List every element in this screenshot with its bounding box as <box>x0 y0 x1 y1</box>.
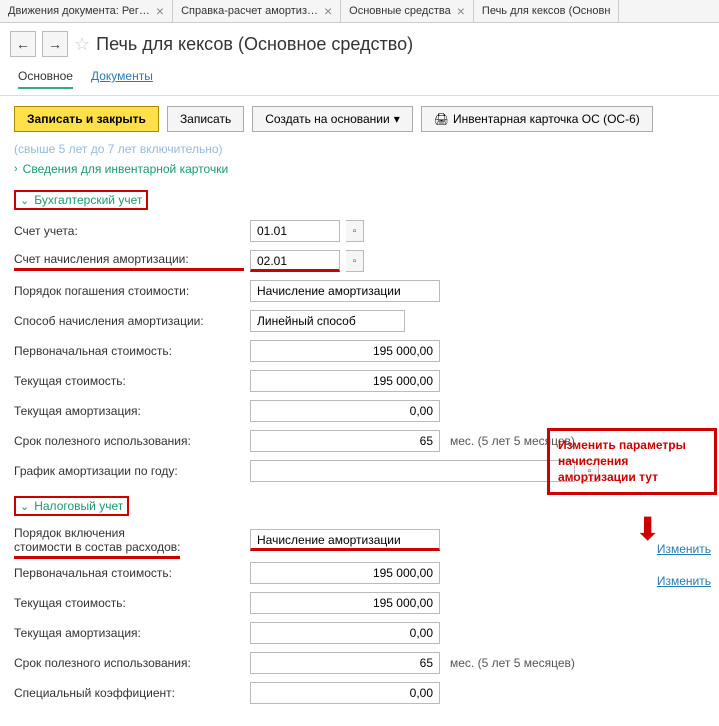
disclosure-tax[interactable]: ⌄ Налоговый учет <box>14 496 129 516</box>
forward-button[interactable]: → <box>42 31 68 57</box>
tax-useful-life-unit: мес. (5 лет 5 месяцев) <box>450 656 575 670</box>
save-close-button[interactable]: Записать и закрыть <box>14 106 159 132</box>
initial-cost-input[interactable] <box>250 340 440 362</box>
subtab-bar: Основное Документы <box>0 65 719 96</box>
special-coef-input[interactable] <box>250 682 440 704</box>
inventory-card-button[interactable]: 🖨 Инвентарная карточка ОС (ОС-6) <box>421 106 653 132</box>
close-icon[interactable]: × <box>156 4 164 18</box>
tab-bar: Движения документа: Рег… × Справка-расче… <box>0 0 719 23</box>
create-based-button[interactable]: Создать на основании ▾ <box>252 106 413 132</box>
picker-icon[interactable]: ▫ <box>346 250 364 272</box>
tab-item[interactable]: Основные средства × <box>341 0 474 22</box>
tax-initial-cost-label: Первоначальная стоимость: <box>14 566 244 580</box>
change-link[interactable]: Изменить <box>657 574 711 588</box>
account-input[interactable] <box>250 220 340 242</box>
chevron-down-icon: ▾ <box>394 112 400 126</box>
save-button[interactable]: Записать <box>167 106 244 132</box>
schedule-input[interactable] <box>250 460 575 482</box>
close-icon[interactable]: × <box>457 4 465 18</box>
close-icon[interactable]: × <box>324 4 332 18</box>
current-cost-input[interactable] <box>250 370 440 392</box>
annotation-line: Изменить параметры <box>558 437 706 453</box>
tab-item[interactable]: Движения документа: Рег… × <box>0 0 173 22</box>
annotation-line: амортизации тут <box>558 469 706 485</box>
repayment-label: Порядок погашения стоимости: <box>14 284 244 298</box>
tax-current-deprec-input[interactable] <box>250 622 440 644</box>
tax-current-cost-label: Текущая стоимость: <box>14 596 244 610</box>
button-label: Инвентарная карточка ОС (ОС-6) <box>453 112 640 126</box>
repayment-input[interactable] <box>250 280 440 302</box>
annotation-line: начисления <box>558 453 706 469</box>
printer-icon: 🖨 <box>434 112 449 126</box>
button-label: Создать на основании <box>265 112 390 126</box>
tax-initial-cost-input[interactable] <box>250 562 440 584</box>
subtab-documents[interactable]: Документы <box>91 69 153 89</box>
label-line2: стоимости в состав расходов: <box>14 540 180 559</box>
faded-text: (свыше 5 лет до 7 лет включительно) <box>14 142 705 156</box>
picker-icon[interactable]: ▫ <box>346 220 364 242</box>
tax-current-deprec-label: Текущая амортизация: <box>14 626 244 640</box>
useful-life-input[interactable] <box>250 430 440 452</box>
tax-useful-life-input[interactable] <box>250 652 440 674</box>
tab-label: Справка-расчет амортиз… <box>181 5 318 17</box>
toolbar: Записать и закрыть Записать Создать на о… <box>0 96 719 142</box>
tab-label: Основные средства <box>349 5 451 17</box>
tab-item[interactable]: Печь для кексов (Основн <box>474 0 620 22</box>
inclusion-input[interactable] <box>250 529 440 551</box>
annotation-callout: Изменить параметры начисления амортизаци… <box>547 428 717 495</box>
back-button[interactable]: ← <box>10 31 36 57</box>
section-label: Налоговый учет <box>34 499 123 513</box>
subtab-main[interactable]: Основное <box>18 69 73 89</box>
page-title: Печь для кексов (Основное средство) <box>96 34 413 55</box>
disclosure-label: Сведения для инвентарной карточки <box>23 162 228 176</box>
schedule-label: График амортизации по году: <box>14 464 244 478</box>
tab-label: Движения документа: Рег… <box>8 5 150 17</box>
chevron-down-icon: ⌄ <box>20 194 29 207</box>
method-label: Способ начисления амортизации: <box>14 314 244 328</box>
label-line1: Порядок включения <box>14 526 125 540</box>
tab-label: Печь для кексов (Основн <box>482 5 611 17</box>
useful-life-label: Срок полезного использования: <box>14 434 244 448</box>
form-content: (свыше 5 лет до 7 лет включительно) › Св… <box>0 142 719 726</box>
chevron-right-icon: › <box>14 163 18 175</box>
current-deprec-label: Текущая амортизация: <box>14 404 244 418</box>
star-icon[interactable]: ☆ <box>74 34 90 55</box>
method-input[interactable] <box>250 310 405 332</box>
change-link[interactable]: Изменить <box>657 542 711 556</box>
account-label: Счет учета: <box>14 224 244 238</box>
section-label: Бухгалтерский учет <box>34 193 142 207</box>
current-deprec-input[interactable] <box>250 400 440 422</box>
header: ← → ☆ Печь для кексов (Основное средство… <box>0 23 719 65</box>
inclusion-label: Порядок включения стоимости в состав рас… <box>14 526 244 554</box>
disclosure-accounting[interactable]: ⌄ Бухгалтерский учет <box>14 190 148 210</box>
tax-current-cost-input[interactable] <box>250 592 440 614</box>
deprec-account-input[interactable] <box>250 250 340 272</box>
initial-cost-label: Первоначальная стоимость: <box>14 344 244 358</box>
special-coef-label: Специальный коэффициент: <box>14 686 244 700</box>
chevron-down-icon: ⌄ <box>20 500 29 513</box>
disclosure-inventory[interactable]: › Сведения для инвентарной карточки <box>14 162 705 176</box>
tab-item[interactable]: Справка-расчет амортиз… × <box>173 0 341 22</box>
current-cost-label: Текущая стоимость: <box>14 374 244 388</box>
tax-useful-life-label: Срок полезного использования: <box>14 656 244 670</box>
deprec-account-label: Счет начисления амортизации: <box>14 252 244 271</box>
